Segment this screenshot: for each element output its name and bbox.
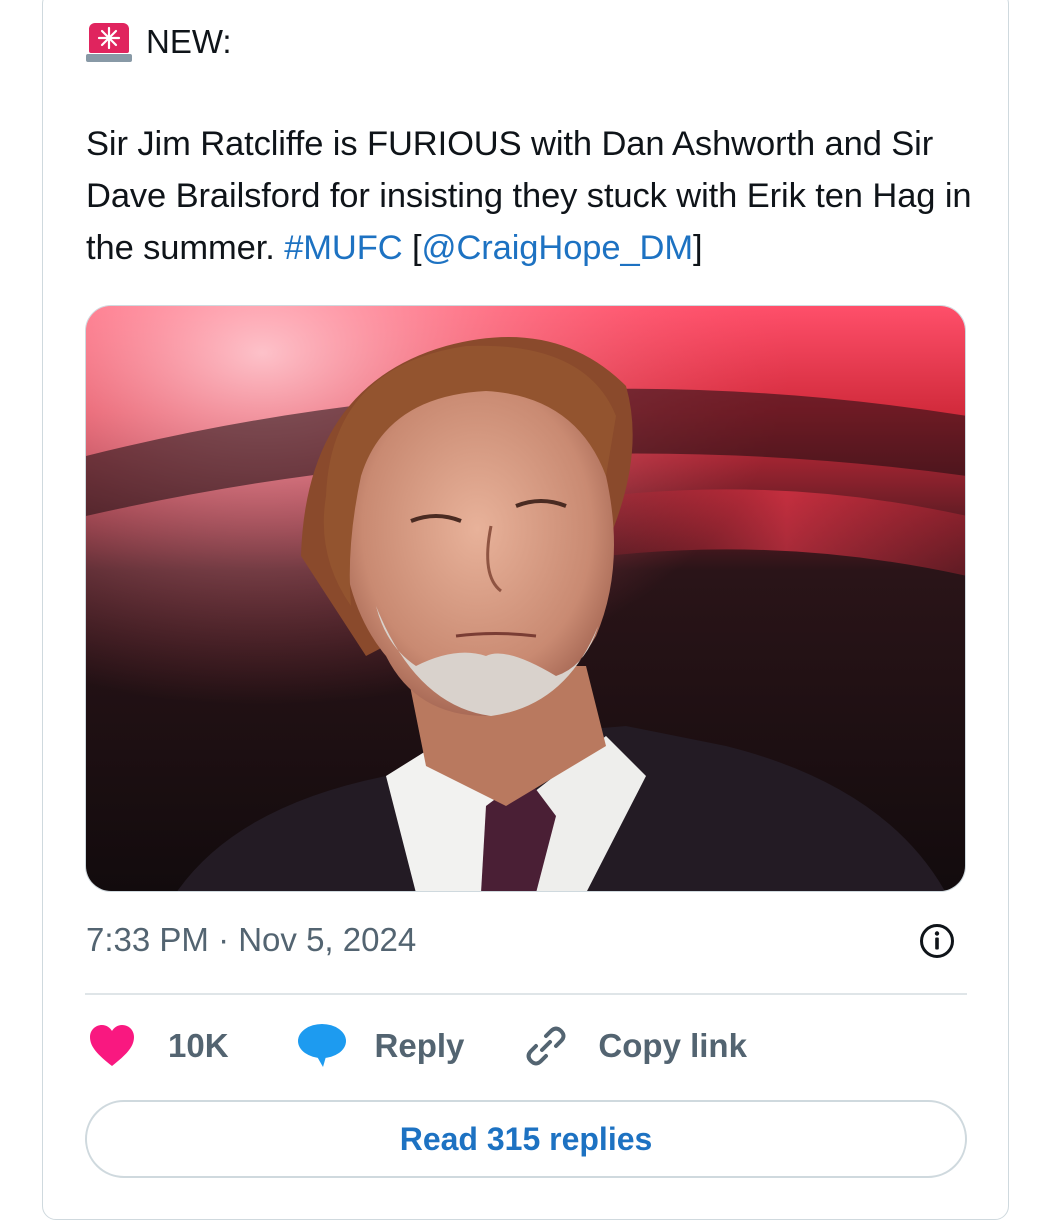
alert-line: NEW: [86, 20, 232, 64]
info-icon[interactable] [918, 922, 956, 960]
action-bar: 10K Reply Copy link [88, 1020, 747, 1072]
hashtag-link[interactable]: #MUFC [284, 229, 402, 267]
heart-icon [88, 1024, 136, 1068]
tweet-text: Sir Jim Ratcliffe is FURIOUS with Dan As… [86, 118, 976, 274]
read-replies-button[interactable]: Read 315 replies [85, 1100, 967, 1178]
copy-link-button[interactable]: Copy link [522, 1022, 747, 1070]
divider [85, 993, 967, 995]
bracket-close: ] [693, 229, 703, 267]
alert-label: NEW: [146, 23, 232, 60]
like-count: 10K [168, 1027, 229, 1064]
speech-bubble-icon [297, 1023, 347, 1069]
link-icon [522, 1022, 570, 1070]
copy-link-label: Copy link [598, 1027, 747, 1064]
tweet-timestamp[interactable]: 7:33 PM · Nov 5, 2024 [86, 918, 416, 962]
mention-link[interactable]: @CraigHope_DM [422, 229, 694, 267]
reply-label: Reply [374, 1027, 465, 1064]
tweet-photo[interactable] [85, 305, 966, 892]
like-button[interactable]: 10K [88, 1024, 229, 1068]
reply-button[interactable]: Reply [297, 1023, 465, 1069]
bracket-open: [ [402, 229, 422, 267]
police-siren-icon [86, 21, 132, 63]
